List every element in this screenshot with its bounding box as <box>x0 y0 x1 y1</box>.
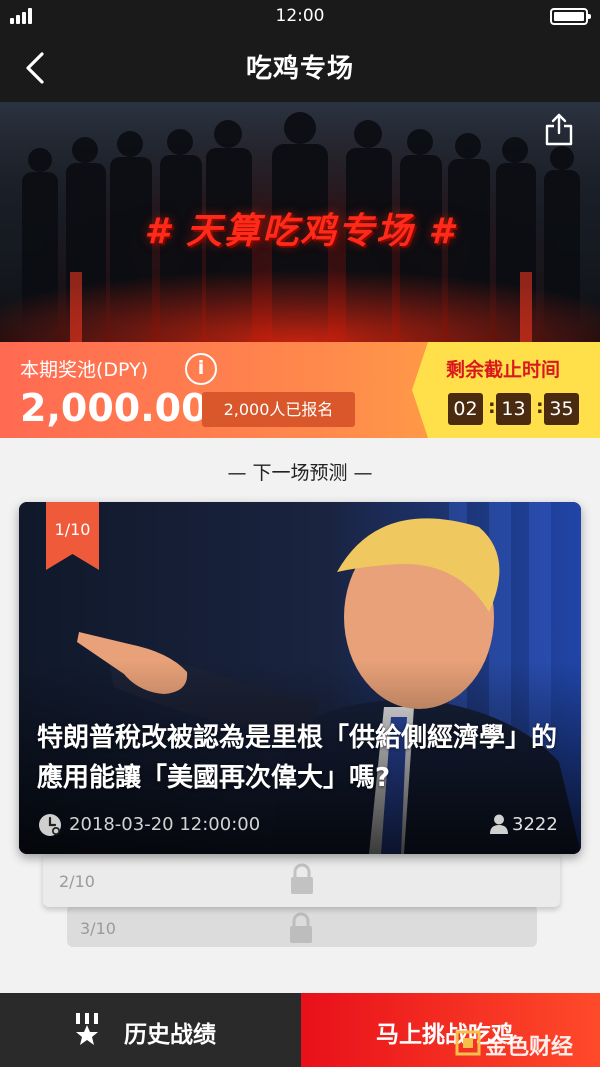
prize-pool-label: 本期奖池(DPY) <box>20 359 149 381</box>
history-record-label: 历史战绩 <box>124 1022 216 1048</box>
section-title: — 下一场预测 — <box>227 462 373 484</box>
banner-title: # 天算吃鸡专场 # <box>144 211 456 252</box>
share-icon[interactable] <box>544 112 574 146</box>
locked-card-3[interactable]: 3/10 <box>67 905 537 947</box>
clock-icon <box>39 814 61 836</box>
card-index: 2/10 <box>59 872 95 891</box>
watermark-logo-icon <box>455 1030 481 1056</box>
event-banner: # 天算吃鸡专场 # <box>0 102 600 342</box>
watermark: 金色财经 <box>455 1028 595 1060</box>
user-icon <box>490 814 508 834</box>
page-title: 吃鸡专场 <box>245 54 354 84</box>
prediction-card[interactable]: 1/10 特朗普稅改被認為是里根「供給側經濟學」的應用能讓「美國再次偉大」嗎? … <box>19 502 581 854</box>
watermark-text: 金色财经 <box>485 1035 574 1060</box>
countdown-separator: : <box>488 396 496 418</box>
countdown-panel: 剩余截止时间 02 : 13 : 35 <box>412 342 600 438</box>
countdown-separator: : <box>536 396 544 418</box>
lock-icon <box>291 863 313 894</box>
status-bar: 12:00 <box>0 0 600 34</box>
locked-card-2[interactable]: 2/10 <box>43 852 560 907</box>
lock-icon <box>290 912 312 943</box>
countdown-hours: 02 <box>448 393 483 425</box>
countdown-minutes: 13 <box>496 393 531 425</box>
top-bar: 12:00 吃鸡专场 <box>0 0 600 102</box>
history-record-button[interactable]: 历史战绩 <box>0 993 301 1067</box>
status-time: 12:00 <box>275 6 325 26</box>
prize-pool-amount: 2,000.00 <box>20 386 208 430</box>
countdown-seconds: 35 <box>544 393 579 425</box>
card-start-time: 2018-03-20 12:00:00 <box>69 814 261 835</box>
medal-icon <box>76 1013 98 1045</box>
card-index-ribbon <box>46 502 99 570</box>
participant-count: 3222 <box>512 814 558 835</box>
speaker-photo <box>19 502 581 854</box>
card-index: 3/10 <box>80 919 116 938</box>
countdown-label: 剩余截止时间 <box>446 359 561 381</box>
info-icon[interactable]: i <box>185 353 217 385</box>
battery-icon <box>550 8 591 25</box>
card-headline: 特朗普稅改被認為是里根「供給側經濟學」的應用能讓「美國再次偉大」嗎? <box>37 723 558 793</box>
enrolled-count-badge: 2,000人已报名 <box>202 392 355 427</box>
